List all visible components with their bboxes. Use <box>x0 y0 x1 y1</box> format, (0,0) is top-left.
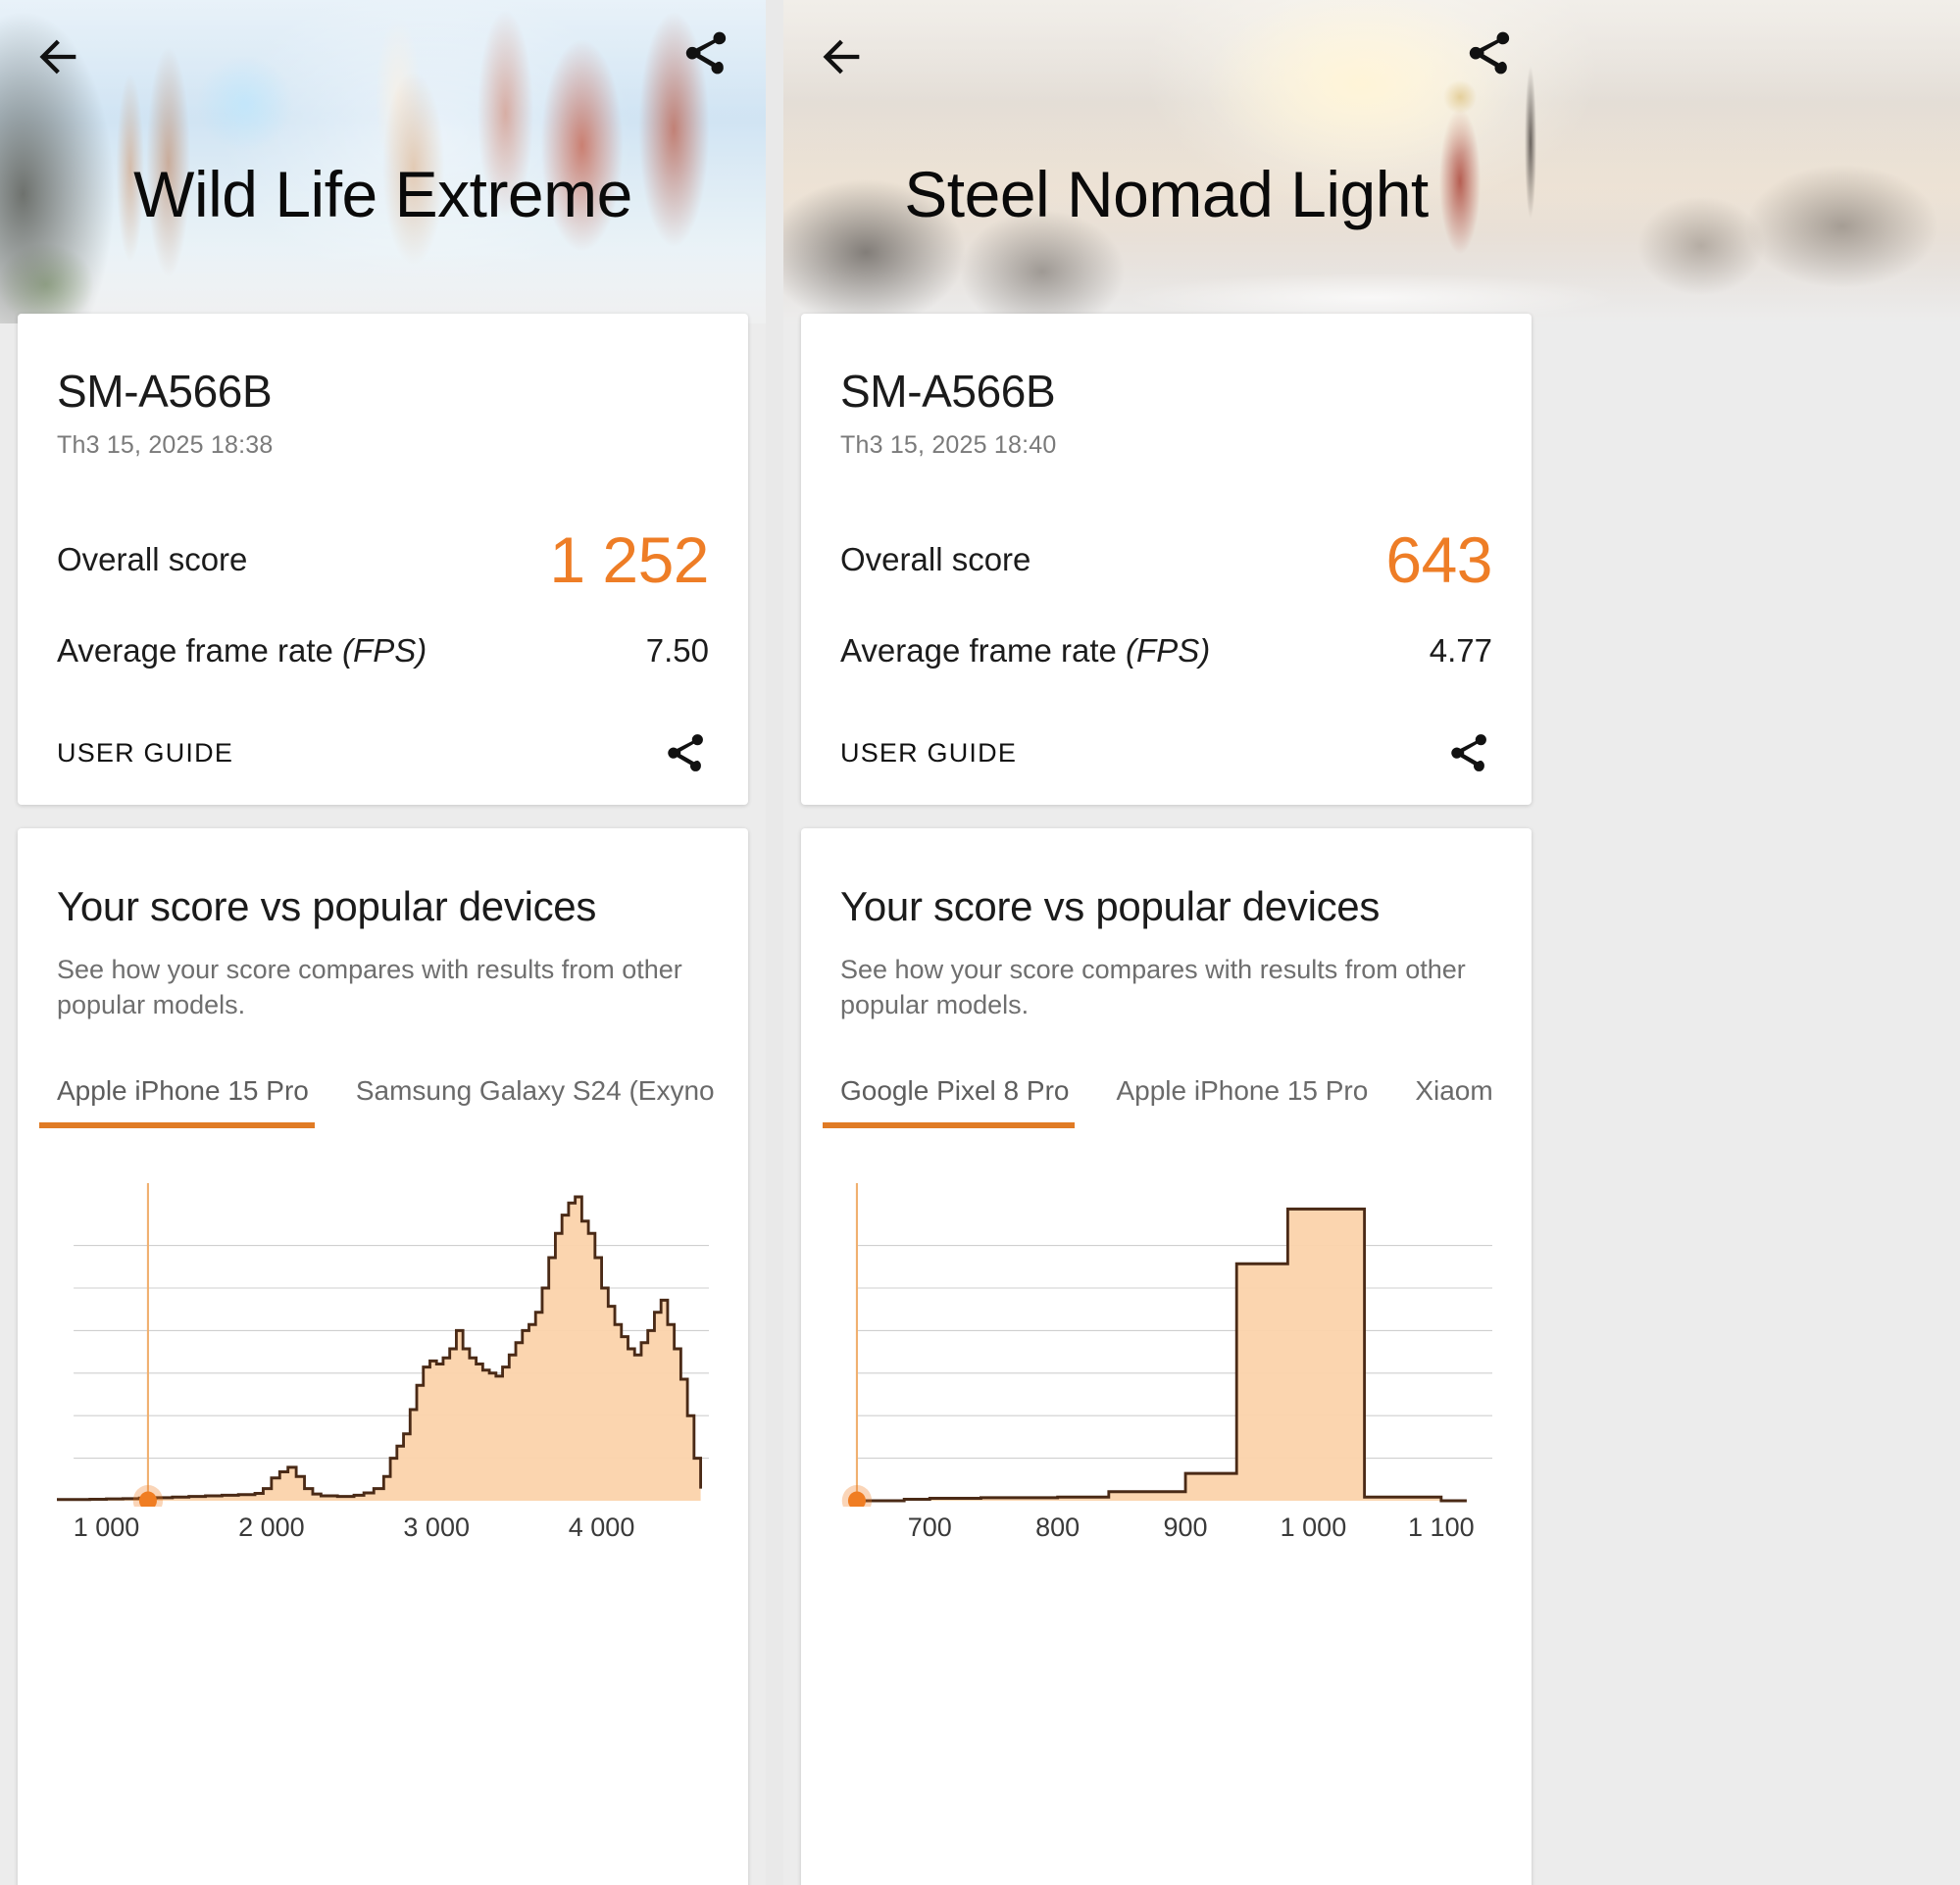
x-tick-label: 1 000 <box>1280 1513 1347 1543</box>
screenshot-root: Wild Life Extreme SM-A566B Th3 15, 2025 … <box>0 0 1960 1885</box>
histogram-svg <box>57 1183 709 1508</box>
overall-score-label: Overall score <box>840 541 1031 577</box>
user-guide-link[interactable]: USER GUIDE <box>57 738 233 769</box>
device-tabs: Apple iPhone 15 Pro Samsung Galaxy S24 (… <box>39 1075 715 1129</box>
user-guide-row: USER GUIDE <box>840 730 1492 775</box>
back-arrow-icon[interactable] <box>817 31 868 82</box>
share-icon[interactable] <box>1465 27 1516 78</box>
overall-score-row: Overall score 1 252 <box>57 522 709 597</box>
compare-title: Your score vs popular devices <box>840 883 1381 929</box>
frame-rate-label: Average frame rate (FPS) <box>57 632 427 669</box>
device-name: SM-A566B <box>840 366 1056 417</box>
x-tick-label: 3 000 <box>403 1513 470 1543</box>
overall-score-value: 643 <box>1385 523 1492 596</box>
chart-x-axis: 700 800 900 1 000 1 100 <box>840 1509 1492 1554</box>
hero-toolbar <box>783 0 1549 116</box>
device-tabs: Google Pixel 8 Pro Apple iPhone 15 Pro X… <box>822 1075 1493 1129</box>
x-tick-label: 1 100 <box>1408 1513 1475 1543</box>
x-tick-label: 900 <box>1163 1513 1208 1543</box>
tab-device-0[interactable]: Apple iPhone 15 Pro <box>39 1075 315 1129</box>
benchmark-title: Steel Nomad Light <box>904 158 1429 230</box>
compare-subtitle: See how your score compares with results… <box>57 955 682 1020</box>
frame-rate-value: 4.77 <box>1429 632 1492 669</box>
overall-score-value: 1 252 <box>549 523 709 596</box>
hero-banner: Wild Life Extreme <box>0 0 766 323</box>
x-tick-label: 1 000 <box>73 1513 140 1543</box>
frame-rate-value: 7.50 <box>645 632 709 669</box>
frame-rate-row: Average frame rate (FPS) 7.50 <box>57 632 709 670</box>
share-icon[interactable] <box>664 730 709 775</box>
result-timestamp: Th3 15, 2025 18:38 <box>57 431 274 459</box>
frame-rate-label: Average frame rate (FPS) <box>840 632 1211 669</box>
user-guide-link[interactable]: USER GUIDE <box>840 738 1017 769</box>
result-timestamp: Th3 15, 2025 18:40 <box>840 431 1057 459</box>
hero-banner: Steel Nomad Light <box>783 0 1960 323</box>
hero-toolbar <box>0 0 766 116</box>
frame-rate-row: Average frame rate (FPS) 4.77 <box>840 632 1492 670</box>
x-tick-label: 2 000 <box>238 1513 305 1543</box>
tab-device-1[interactable]: Samsung Galaxy S24 (Exyno <box>356 1075 715 1128</box>
result-screen-steel-nomad-light: Steel Nomad Light SM-A566B Th3 15, 2025 … <box>783 0 1960 1885</box>
device-name: SM-A566B <box>57 366 273 417</box>
score-distribution-chart: 1 000 2 000 3 000 4 000 <box>57 1183 709 1575</box>
tab-device-1[interactable]: Apple iPhone 15 Pro <box>1116 1075 1368 1128</box>
tab-device-2[interactable]: Xiaom <box>1415 1075 1492 1128</box>
score-card: SM-A566B Th3 15, 2025 18:38 Overall scor… <box>18 314 748 805</box>
compare-card: Your score vs popular devices See how yo… <box>801 828 1532 1885</box>
result-screen-wild-life-extreme: Wild Life Extreme SM-A566B Th3 15, 2025 … <box>0 0 766 1885</box>
overall-score-label: Overall score <box>57 541 248 577</box>
overall-score-row: Overall score 643 <box>840 522 1492 597</box>
user-guide-row: USER GUIDE <box>57 730 709 775</box>
x-tick-label: 700 <box>907 1513 952 1543</box>
compare-card: Your score vs popular devices See how yo… <box>18 828 748 1885</box>
tab-device-0[interactable]: Google Pixel 8 Pro <box>822 1075 1076 1129</box>
share-icon[interactable] <box>681 27 732 78</box>
score-card: SM-A566B Th3 15, 2025 18:40 Overall scor… <box>801 314 1532 805</box>
share-icon[interactable] <box>1447 730 1492 775</box>
x-tick-label: 800 <box>1035 1513 1081 1543</box>
chart-x-axis: 1 000 2 000 3 000 4 000 <box>57 1509 709 1554</box>
x-tick-label: 4 000 <box>568 1513 635 1543</box>
score-distribution-chart: 700 800 900 1 000 1 100 <box>840 1183 1492 1575</box>
compare-subtitle: See how your score compares with results… <box>840 955 1466 1020</box>
compare-title: Your score vs popular devices <box>57 883 597 929</box>
histogram-svg <box>841 1183 1492 1508</box>
benchmark-title: Wild Life Extreme <box>133 158 632 230</box>
back-arrow-icon[interactable] <box>33 31 84 82</box>
